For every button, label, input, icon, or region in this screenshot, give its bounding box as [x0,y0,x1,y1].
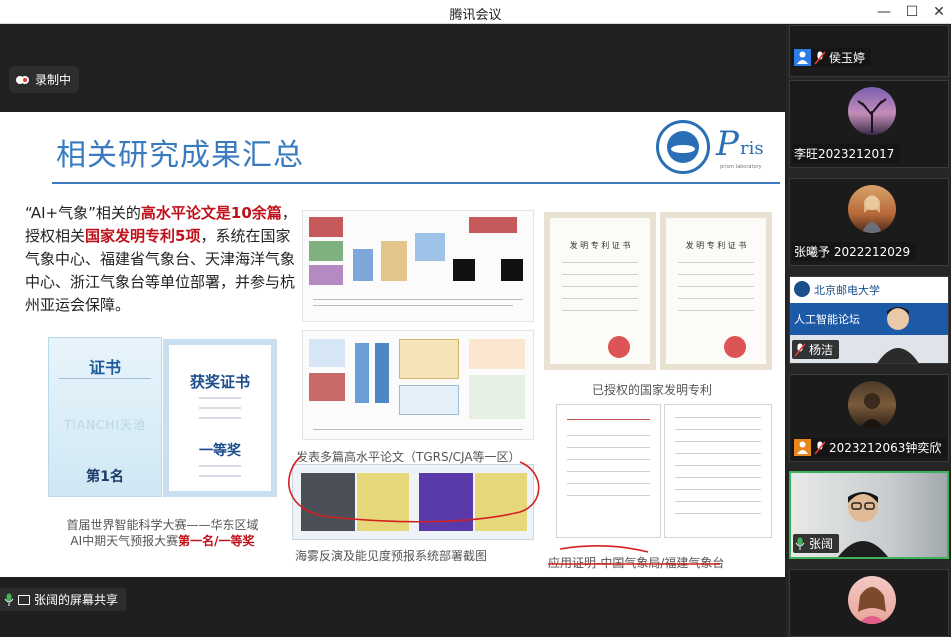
participant-name: 杨洁 [809,343,834,357]
mic-active-icon [795,537,805,551]
paper-figure-1 [302,210,534,322]
screen-share-label: 张阔的屏幕共享 [34,593,119,607]
participant-name: 侯玉婷 [829,51,866,65]
competition-certificate: 证书 TIANCHI天池 第1名 [48,337,162,497]
participant-name: 李旺2023212017 [794,147,895,161]
university-logo [656,120,710,174]
participant-name: 张曦予 2022212029 [794,245,911,259]
mic-muted-icon [814,440,826,455]
system-screenshot [292,464,534,540]
recording-badge[interactable]: 录制中 [9,66,80,93]
university-logo-icon [794,281,810,297]
participant-tile[interactable]: 张曦予 2022212029 [789,178,949,266]
competition-caption: 首届世界智能科学大赛——华东区域 AI中期天气预报大赛第一名/一等奖 [66,518,259,548]
avatar [848,381,896,429]
participant-name-tag: 李旺2023212017 [792,144,901,163]
slide-title: 相关研究成果汇总 [56,138,304,173]
screen-share-icon [18,594,30,605]
window-title: 腾讯会议 [449,8,502,23]
user-icon [794,49,811,66]
participant-name-tag: 侯玉婷 [792,48,872,67]
avatar [848,185,896,233]
forum-banner: 人工智能论坛 [794,313,860,326]
close-button[interactable]: ✕ [928,2,950,22]
participant-tile-active-speaker[interactable]: 张阔 [789,471,949,559]
title-bar: 腾讯会议 — ☐ ✕ [0,0,951,24]
participant-tile[interactable] [789,569,949,637]
minimize-button[interactable]: — [873,2,895,22]
slide-body-text: “AI+气象”相关的高水平论文是10余篇，授权相关国家发明专利5项，系统在国家气… [25,204,297,314]
mic-icon [4,593,14,607]
system-caption: 海雾反演及能见度预报系统部署截图 [295,549,488,563]
patent-certificate-2: 发 明 专 利 证 书 [660,212,772,370]
screen-share-area: 录制中 相关研究成果汇总 Pris prism laboratory “AI+气… [0,25,785,637]
speaker-video [831,477,895,557]
participant-name: 张阔 [809,537,834,551]
maximize-button[interactable]: ☐ [901,2,923,22]
participant-tile[interactable]: 2023212063钟奕欣 [789,374,949,462]
participant-name-tag: 张曦予 2022212029 [792,242,917,261]
paper-figure-2 [302,330,534,440]
avatar [848,87,896,135]
participant-panel: 侯玉婷 李旺2023212017 张曦予 2022212029 北京邮电大学 人… [786,25,951,637]
recording-label: 录制中 [35,73,72,87]
participant-tile[interactable]: 北京邮电大学 人工智能论坛 杨洁 [789,276,949,364]
title-divider [52,182,780,184]
participant-name-tag: 张阔 [793,534,840,553]
university-banner: 北京邮电大学 [814,284,880,297]
patent-certificate-1: 发 明 专 利 证 书 [544,212,656,370]
recording-icon [15,72,30,87]
user-icon [794,439,811,456]
participant-name-tag: 2023212063钟奕欣 [792,438,948,457]
application-caption: 应用证明-中国气象局/福建气象台 [548,556,725,570]
avatar [848,576,896,624]
application-proof-2 [664,404,772,538]
participant-tile[interactable]: 侯玉婷 [789,25,949,77]
papers-caption: 发表多篇高水平论文（TGRS/CJA等一区） [296,450,521,464]
mic-muted-icon [794,342,806,357]
speaker-video [872,297,924,363]
award-certificate: 获奖证书 一等奖 [163,339,277,497]
shared-slide: 相关研究成果汇总 Pris prism laboratory “AI+气象”相关… [0,112,785,577]
participant-name-tag: 杨洁 [792,340,840,359]
patents-caption: 已授权的国家发明专利 [592,383,713,397]
participant-tile[interactable]: 李旺2023212017 [789,80,949,168]
participant-name: 2023212063钟奕欣 [829,441,942,455]
screen-share-badge[interactable]: 张阔的屏幕共享 [0,588,127,611]
application-proof-1 [556,404,661,538]
tencent-meeting-window: 腾讯会议 — ☐ ✕ 录制中 相关研究成果汇总 Pris prism labor… [0,0,951,637]
pris-lab-logo: Pris prism laboratory [716,124,764,170]
mic-muted-icon [814,50,826,65]
